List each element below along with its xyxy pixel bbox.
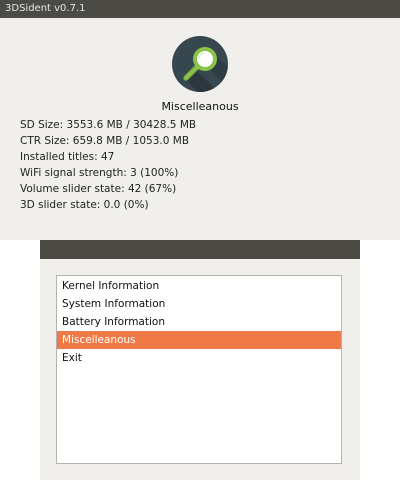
menu-item-kernel-information[interactable]: Kernel Information — [57, 277, 341, 295]
title-bar: 3DSident v0.7.1 — [0, 0, 400, 18]
3d-slider-info: 3D slider state: 0.0 (0%) — [20, 199, 149, 211]
info-list: SD Size: 3553.6 MB / 30428.5 MB CTR Size… — [20, 117, 196, 213]
section-title: Miscelleanous — [161, 100, 239, 113]
sd-size-info: SD Size: 3553.6 MB / 30428.5 MB — [20, 119, 197, 131]
installed-titles-info: Installed titles: 47 — [20, 151, 115, 163]
menu-list: Kernel Information System Information Ba… — [56, 275, 342, 464]
bottom-title-bar — [40, 240, 360, 259]
top-screen: 3DSident v0.7.1 Miscelleanous SD Size: 3… — [0, 0, 400, 240]
wifi-signal-info: WiFi signal strength: 3 (100%) — [20, 167, 179, 179]
menu-item-exit[interactable]: Exit — [57, 349, 341, 367]
ctr-size-info: CTR Size: 659.8 MB / 1053.0 MB — [20, 135, 190, 147]
volume-slider-info: Volume slider state: 42 (67%) — [20, 183, 177, 195]
menu-item-system-information[interactable]: System Information — [57, 295, 341, 313]
bottom-screen: Kernel Information System Information Ba… — [40, 240, 360, 480]
app-title: 3DSident v0.7.1 — [5, 3, 86, 14]
search-magnifier-icon — [172, 36, 228, 92]
menu-item-battery-information[interactable]: Battery Information — [57, 313, 341, 331]
menu-item-miscelleanous[interactable]: Miscelleanous — [57, 331, 341, 349]
